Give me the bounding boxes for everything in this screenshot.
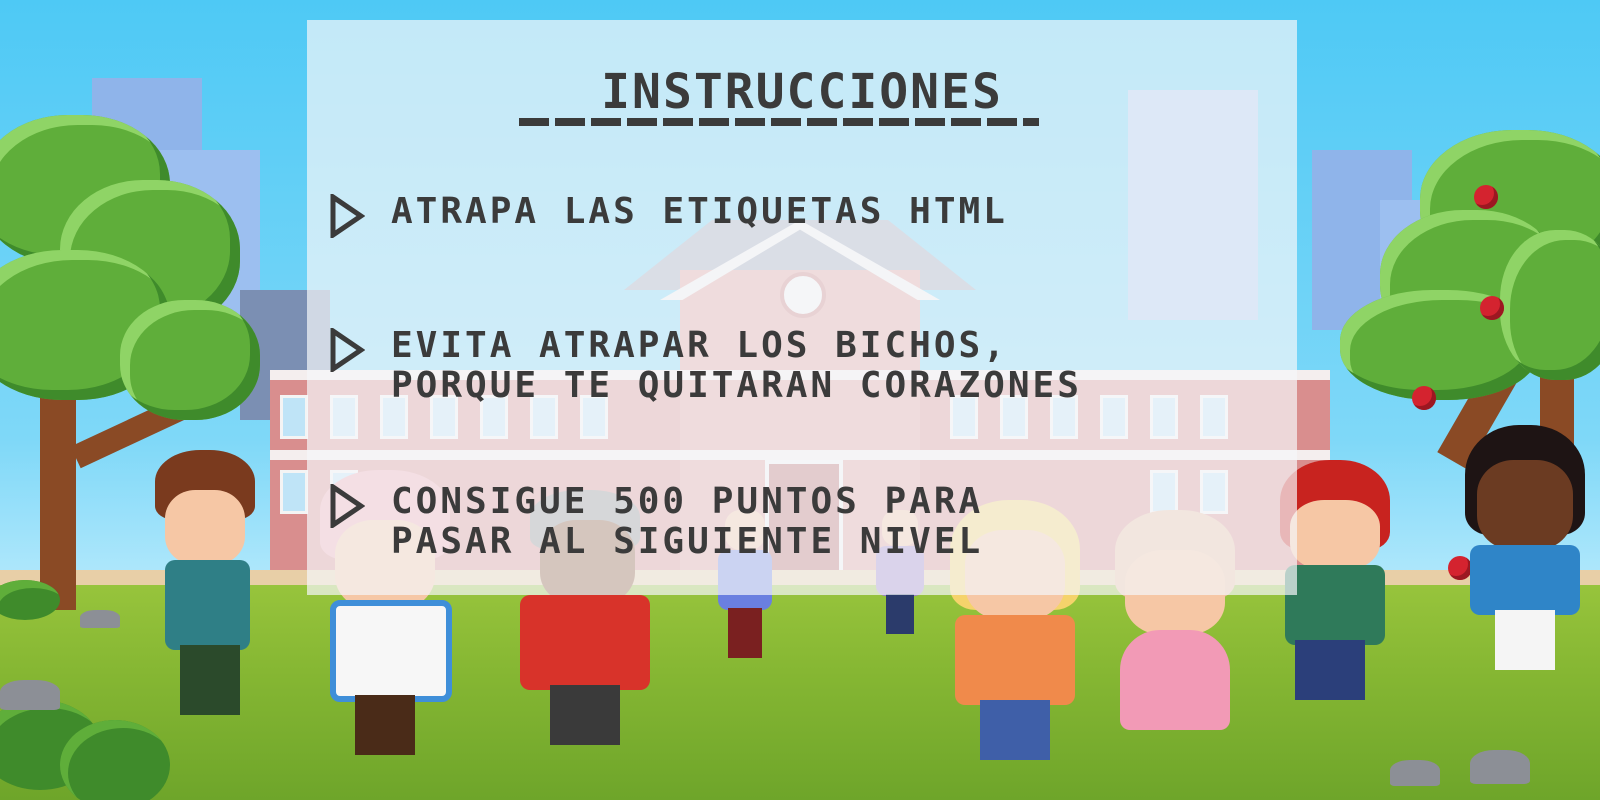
school-window	[280, 395, 308, 439]
rock	[1470, 750, 1530, 784]
rock	[1390, 760, 1440, 786]
play-arrow-icon	[330, 328, 365, 372]
rock	[80, 610, 120, 628]
instructions-panel: INSTRUCCIONES ATRAPA LAS ETIQUETAS HTML …	[307, 20, 1297, 595]
school-window	[280, 470, 308, 514]
bush	[60, 720, 170, 800]
play-arrow-icon	[330, 194, 365, 238]
instruction-text: EVITA ATRAPAR LOS BICHOS, PORQUE TE QUIT…	[391, 325, 1082, 406]
instruction-text: CONSIGUE 500 PUNTOS PARA PASAR AL SIGUIE…	[391, 481, 984, 562]
tree-foliage	[120, 300, 260, 420]
rock	[0, 680, 60, 710]
apple-icon	[1480, 296, 1504, 320]
play-arrow-icon	[330, 484, 365, 528]
tree-foliage	[1500, 230, 1600, 380]
apple-icon	[1474, 185, 1498, 209]
panel-title: INSTRUCCIONES	[601, 64, 1003, 120]
game-scene: INSTRUCCIONES ATRAPA LAS ETIQUETAS HTML …	[0, 0, 1600, 800]
instruction-text: ATRAPA LAS ETIQUETAS HTML	[391, 191, 1008, 232]
kid-character	[140, 450, 270, 720]
kid-character	[1455, 425, 1595, 675]
title-underline	[519, 118, 1039, 126]
apple-icon	[1412, 386, 1436, 410]
